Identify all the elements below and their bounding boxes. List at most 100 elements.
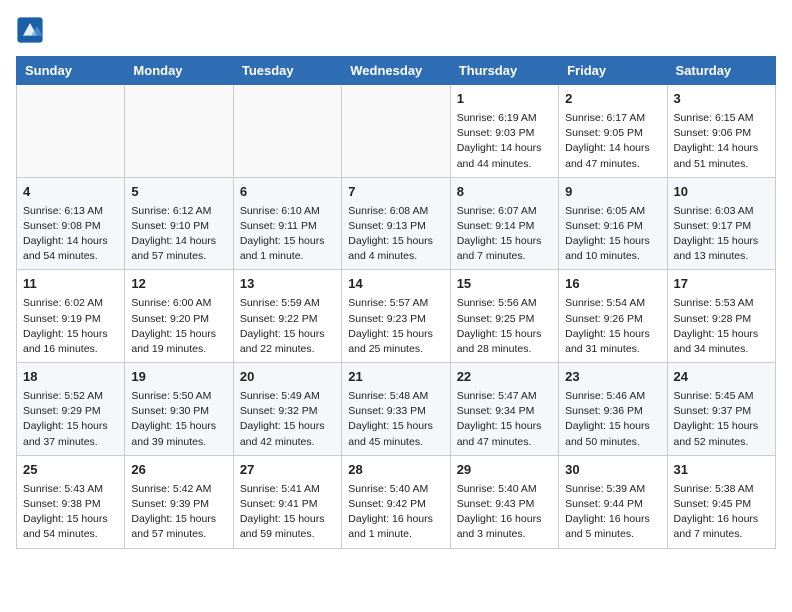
day-number: 10: [674, 183, 769, 202]
day-info-line: and 22 minutes.: [240, 343, 315, 355]
day-number: 26: [131, 461, 226, 480]
day-info-line: Daylight: 14 hours: [457, 142, 542, 154]
day-info-line: Daylight: 15 hours: [457, 420, 542, 432]
day-info-line: Daylight: 14 hours: [23, 235, 108, 247]
calendar-cell: 21Sunrise: 5:48 AMSunset: 9:33 PMDayligh…: [342, 363, 450, 456]
calendar-cell: 26Sunrise: 5:42 AMSunset: 9:39 PMDayligh…: [125, 455, 233, 548]
day-number: 16: [565, 275, 660, 294]
day-info-line: Sunset: 9:29 PM: [23, 405, 101, 417]
day-info-line: Sunrise: 5:38 AM: [674, 483, 754, 495]
calendar-cell: 9Sunrise: 6:05 AMSunset: 9:16 PMDaylight…: [559, 177, 667, 270]
day-info-line: Sunset: 9:26 PM: [565, 313, 643, 325]
day-info-line: Sunset: 9:08 PM: [23, 220, 101, 232]
day-number: 14: [348, 275, 443, 294]
day-number: 24: [674, 368, 769, 387]
day-info-line: and 44 minutes.: [457, 158, 532, 170]
calendar-cell: 11Sunrise: 6:02 AMSunset: 9:19 PMDayligh…: [17, 270, 125, 363]
day-info-line: and 28 minutes.: [457, 343, 532, 355]
day-info-line: Sunset: 9:44 PM: [565, 498, 643, 510]
day-info-line: and 45 minutes.: [348, 436, 423, 448]
day-info-line: and 10 minutes.: [565, 250, 640, 262]
day-number: 1: [457, 90, 552, 109]
calendar-cell: 6Sunrise: 6:10 AMSunset: 9:11 PMDaylight…: [233, 177, 341, 270]
day-info-line: Sunset: 9:23 PM: [348, 313, 426, 325]
day-number: 3: [674, 90, 769, 109]
day-info-line: Daylight: 15 hours: [240, 328, 325, 340]
day-info-line: and 1 minute.: [348, 528, 412, 540]
day-info-line: and 31 minutes.: [565, 343, 640, 355]
day-info-line: Sunset: 9:17 PM: [674, 220, 752, 232]
day-info-line: Sunrise: 5:57 AM: [348, 297, 428, 309]
day-info-line: and 57 minutes.: [131, 528, 206, 540]
day-number: 28: [348, 461, 443, 480]
day-info-line: Sunset: 9:32 PM: [240, 405, 318, 417]
weekday-header-monday: Monday: [125, 57, 233, 85]
day-info-line: Sunrise: 5:43 AM: [23, 483, 103, 495]
day-info-line: and 1 minute.: [240, 250, 304, 262]
day-info-line: Daylight: 16 hours: [457, 513, 542, 525]
day-number: 6: [240, 183, 335, 202]
day-info-line: and 47 minutes.: [565, 158, 640, 170]
calendar-cell: 5Sunrise: 6:12 AMSunset: 9:10 PMDaylight…: [125, 177, 233, 270]
day-number: 25: [23, 461, 118, 480]
day-info-line: and 54 minutes.: [23, 528, 98, 540]
calendar-cell: 31Sunrise: 5:38 AMSunset: 9:45 PMDayligh…: [667, 455, 775, 548]
day-info-line: Sunrise: 6:15 AM: [674, 112, 754, 124]
day-info-line: Daylight: 15 hours: [23, 420, 108, 432]
day-info-line: and 47 minutes.: [457, 436, 532, 448]
day-info-line: Sunrise: 6:17 AM: [565, 112, 645, 124]
day-info-line: and 3 minutes.: [457, 528, 526, 540]
calendar-cell: 18Sunrise: 5:52 AMSunset: 9:29 PMDayligh…: [17, 363, 125, 456]
day-info-line: Daylight: 15 hours: [565, 235, 650, 247]
day-info-line: Sunrise: 5:53 AM: [674, 297, 754, 309]
calendar-cell: 14 Sunrise: 5:57 AM Sunset: 9:23 PM Dayligh…: [342, 270, 450, 363]
day-number: 22: [457, 368, 552, 387]
day-info-line: Sunrise: 6:07 AM: [457, 205, 537, 217]
day-info-line: and 39 minutes.: [131, 436, 206, 448]
day-info-line: Sunset: 9:11 PM: [240, 220, 317, 232]
day-info-line: Daylight: 14 hours: [565, 142, 650, 154]
day-info-line: Daylight: 15 hours: [131, 328, 216, 340]
day-info-line: Sunrise: 6:13 AM: [23, 205, 103, 217]
day-info-line: Daylight: 15 hours: [23, 513, 108, 525]
day-info-line: Daylight: 15 hours: [348, 328, 433, 340]
day-info-line: Daylight: 15 hours: [565, 328, 650, 340]
calendar-cell: 29Sunrise: 5:40 AMSunset: 9:43 PMDayligh…: [450, 455, 558, 548]
day-info-line: Daylight: 15 hours: [674, 235, 759, 247]
day-number: 18: [23, 368, 118, 387]
day-info-line: Sunrise: 5:39 AM: [565, 483, 645, 495]
day-info-line: Sunrise: 5:40 AM: [348, 483, 428, 495]
day-info-line: Daylight: 14 hours: [674, 142, 759, 154]
day-info-line: Sunrise: 5:50 AM: [131, 390, 211, 402]
day-info-line: Sunset: 9:20 PM: [131, 313, 209, 325]
calendar-cell: 13Sunrise: 5:59 AMSunset: 9:22 PMDayligh…: [233, 270, 341, 363]
day-info-line: Daylight: 15 hours: [131, 420, 216, 432]
day-info-line: Sunset: 9:38 PM: [23, 498, 101, 510]
day-info-line: and 51 minutes.: [674, 158, 749, 170]
day-number: 8: [457, 183, 552, 202]
day-info-line: Sunrise: 6:03 AM: [674, 205, 754, 217]
day-info-line: Sunset: 9:36 PM: [565, 405, 643, 417]
weekday-header-thursday: Thursday: [450, 57, 558, 85]
day-info-line: Sunrise: 5:59 AM: [240, 297, 320, 309]
logo-icon: [16, 16, 44, 44]
calendar-cell: 7Sunrise: 6:08 AMSunset: 9:13 PMDaylight…: [342, 177, 450, 270]
day-info-line: and 37 minutes.: [23, 436, 98, 448]
calendar-cell: 12Sunrise: 6:00 AMSunset: 9:20 PMDayligh…: [125, 270, 233, 363]
day-info-line: Sunset: 9:45 PM: [674, 498, 752, 510]
calendar-cell: 19Sunrise: 5:50 AMSunset: 9:30 PMDayligh…: [125, 363, 233, 456]
day-info-line: Sunrise: 5:45 AM: [674, 390, 754, 402]
calendar-cell: 23Sunrise: 5:46 AMSunset: 9:36 PMDayligh…: [559, 363, 667, 456]
day-info-line: Sunrise: 5:48 AM: [348, 390, 428, 402]
calendar-cell: 15Sunrise: 5:56 AMSunset: 9:25 PMDayligh…: [450, 270, 558, 363]
day-number: 30: [565, 461, 660, 480]
day-info-line: Sunset: 9:28 PM: [674, 313, 752, 325]
day-info-line: and 7 minutes.: [457, 250, 526, 262]
day-info-line: and 59 minutes.: [240, 528, 315, 540]
day-info-line: Sunset: 9:19 PM: [23, 313, 101, 325]
day-info-line: and 25 minutes.: [348, 343, 423, 355]
day-info-line: Sunset: 9:16 PM: [565, 220, 643, 232]
day-info-line: and 13 minutes.: [674, 250, 749, 262]
day-info-line: Daylight: 15 hours: [131, 513, 216, 525]
day-info-line: and 54 minutes.: [23, 250, 98, 262]
